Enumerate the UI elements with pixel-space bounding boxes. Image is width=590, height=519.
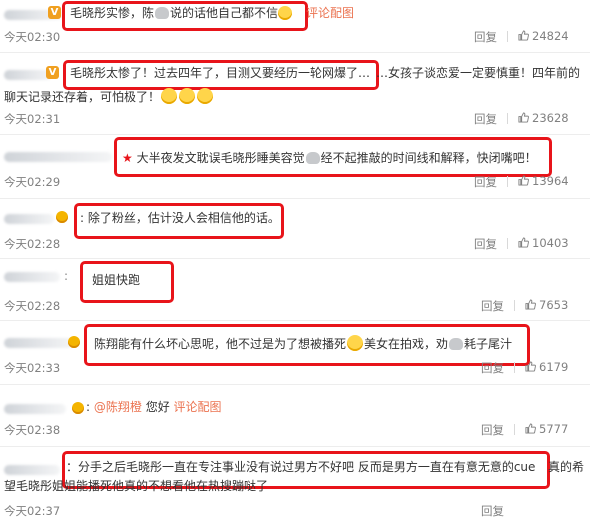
divider (0, 134, 590, 135)
emoji-icon (179, 88, 196, 104)
v-badge-icon: V (46, 66, 59, 79)
blurred-username (4, 404, 66, 414)
thumb-up-icon (518, 112, 529, 123)
crown-badge-icon (68, 336, 80, 348)
like-count: 6179 (539, 360, 569, 374)
timestamp: 今天02:28 (4, 237, 61, 251)
divider (0, 258, 590, 259)
reply-button[interactable]: 回复 (474, 174, 497, 190)
emoji-icon (449, 338, 464, 350)
comment-text: : 除了粉丝，估计没人会相信他的话。 (80, 211, 280, 225)
like-count: 10403 (532, 236, 569, 250)
comment-text-tail: 真的希 (548, 460, 585, 474)
separator (514, 424, 515, 435)
reply-button[interactable]: 回复 (481, 360, 504, 376)
thumb-up-icon (518, 237, 529, 248)
reply-button[interactable]: 回复 (474, 111, 497, 127)
comment-text: 毛晓彤实惨，陈 说的话他自己都不信 (70, 5, 293, 21)
timestamp: 今天02:28 (4, 299, 61, 313)
separator (507, 176, 508, 187)
separator (507, 113, 508, 124)
divider (0, 52, 590, 53)
like-count: 24824 (532, 29, 569, 43)
divider (0, 446, 590, 447)
like-button[interactable]: 7653 (525, 298, 568, 312)
comment-image-link[interactable]: 评论配图 (306, 5, 354, 21)
colon: : (64, 269, 69, 283)
separator (507, 31, 508, 42)
emoji-icon (347, 335, 364, 351)
comment-text: 陈翔能有什么坏心思呢，他不过是为了想被播死 美女在拍戏，劝 耗子尾汁 (94, 335, 513, 351)
divider (0, 198, 590, 199)
like-count: 13964 (532, 174, 569, 188)
thumb-up-icon (518, 175, 529, 186)
reply-button[interactable]: 回复 (474, 29, 497, 45)
like-button[interactable]: 10403 (518, 236, 569, 250)
comment-image-link[interactable]: 评论配图 (174, 400, 222, 414)
timestamp: 今天02:30 (4, 30, 61, 44)
like-button[interactable]: 6179 (525, 360, 568, 374)
blurred-username (4, 152, 112, 162)
comment-text: 毛晓彤太惨了！过去四年了，目测又要经历一轮网爆了… (70, 66, 371, 80)
divider (0, 320, 590, 321)
emoji-icon (161, 88, 178, 104)
timestamp: 今天02:37 (4, 504, 61, 518)
reply-button[interactable]: 回复 (481, 503, 504, 519)
crown-badge-icon (56, 211, 68, 223)
separator (507, 238, 508, 249)
timestamp: 今天02:29 (4, 175, 61, 189)
like-count: 23628 (532, 111, 569, 125)
emoji-icon (197, 88, 214, 104)
like-count: 5777 (539, 422, 569, 436)
comment-text-line2: 聊天记录还存着，可怕极了！ (4, 88, 214, 105)
timestamp: 今天02:31 (4, 112, 61, 126)
comment-text: ：分手之后毛晓彤一直在专注事业没有说过男方不好吧 反而是男方一直在有意无意的cu… (66, 460, 536, 474)
comment-text-tail: …女孩子谈恋爱一定要慎重！四年前的 (376, 66, 581, 80)
thumb-up-icon (525, 299, 536, 310)
comment-text: ★ 大半夜发文耽误毛晓彤睡美容觉 经不起推敲的时间线和解释，快闭嘴吧！ (122, 151, 537, 165)
reply-button[interactable]: 回复 (481, 298, 504, 314)
v-badge-icon: V (48, 6, 61, 19)
emoji-icon (305, 152, 320, 164)
thumb-up-icon (525, 361, 536, 372)
emoji-icon (278, 6, 293, 20)
like-count: 7653 (539, 298, 569, 312)
blurred-username (4, 465, 60, 475)
timestamp: 今天02:38 (4, 423, 61, 437)
timestamp: 今天02:33 (4, 361, 61, 375)
thumb-up-icon (525, 423, 536, 434)
comment-text: 姐姐快跑 (92, 273, 141, 287)
reply-button[interactable]: 回复 (474, 236, 497, 252)
thumb-up-icon (518, 30, 529, 41)
crown-badge-icon (72, 402, 84, 414)
emoji-icon (155, 7, 170, 19)
reply-button[interactable]: 回复 (481, 422, 504, 438)
blurred-username (4, 338, 74, 348)
like-button[interactable]: 5777 (525, 422, 568, 436)
blurred-username (4, 70, 52, 80)
mention-link[interactable]: @陈翔橙 (94, 400, 142, 414)
divider (0, 384, 590, 385)
like-button[interactable]: 24824 (518, 29, 569, 43)
separator (514, 300, 515, 311)
like-button[interactable]: 23628 (518, 111, 569, 125)
blurred-username (4, 272, 60, 282)
blurred-username (4, 214, 54, 224)
like-button[interactable]: 13964 (518, 174, 569, 188)
separator (514, 362, 515, 373)
comment-text: : @陈翔橙 您好 评论配图 (86, 400, 222, 414)
comment-text-line2: 望毛晓彤姐姐能播死他真的不想看他在热搜蹦哒了 (4, 479, 269, 493)
